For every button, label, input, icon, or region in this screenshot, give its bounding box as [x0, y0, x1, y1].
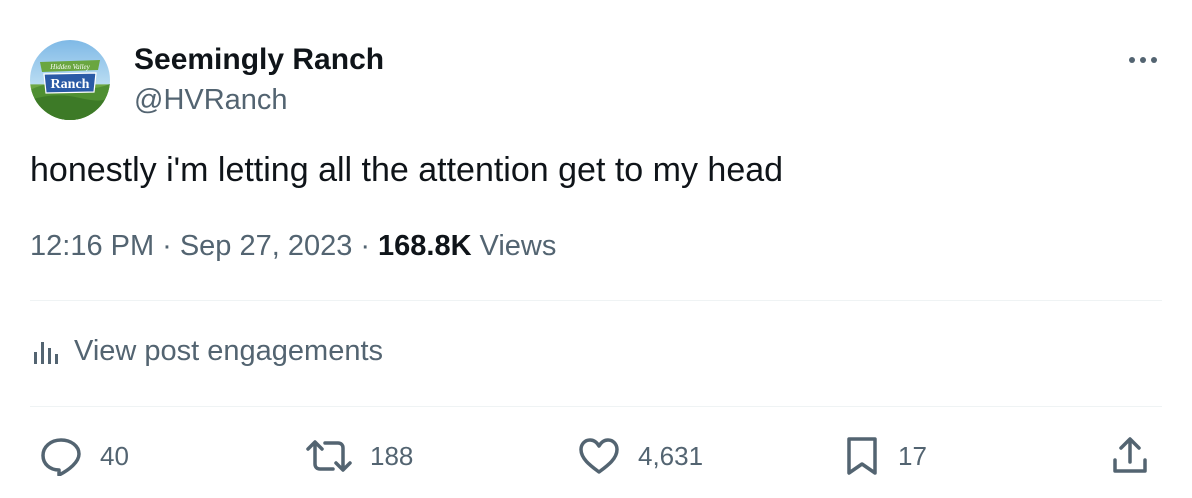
divider: [30, 300, 1162, 301]
reply-icon: [41, 438, 81, 476]
view-engagements-link[interactable]: View post engagements: [32, 335, 383, 368]
repost-count: 188: [370, 440, 414, 471]
bookmark-button[interactable]: 17: [844, 432, 927, 480]
display-name[interactable]: Seemingly Ranch: [134, 43, 384, 77]
meta-separator: ·: [360, 230, 371, 262]
reply-count: 40: [100, 440, 129, 471]
bookmark-count: 17: [898, 440, 927, 471]
view-engagements-label: View post engagements: [74, 335, 384, 367]
svg-text:Ranch: Ranch: [51, 77, 90, 92]
tweet-meta: 12:16 PM · Sep 27, 2023 · 168.8K Views: [30, 230, 556, 263]
svg-text:Hidden Valley: Hidden Valley: [49, 63, 90, 71]
share-button[interactable]: [1110, 432, 1150, 480]
avatar[interactable]: Hidden Valley Ranch: [30, 40, 110, 120]
user-handle[interactable]: @HVRanch: [134, 84, 288, 117]
bar-chart-icon: [32, 338, 64, 366]
tweet-time[interactable]: 12:16 PM: [30, 230, 154, 263]
tweet-card: Hidden Valley Ranch Seemingly Ranch @HVR…: [0, 0, 1192, 498]
more-options-button[interactable]: [1126, 46, 1160, 74]
hidden-valley-ranch-logo-icon: Hidden Valley Ranch: [30, 40, 110, 120]
meta-separator: ·: [162, 230, 172, 262]
bookmark-icon: [847, 437, 877, 475]
divider: [30, 406, 1162, 407]
share-icon: [1113, 437, 1147, 473]
heart-icon: [579, 438, 619, 474]
repost-button[interactable]: 188: [306, 432, 413, 480]
tweet-date[interactable]: Sep 27, 2023: [180, 230, 353, 263]
like-button[interactable]: 4,631: [578, 432, 703, 480]
tweet-text: honestly i'm letting all the attention g…: [30, 151, 784, 189]
reply-button[interactable]: 40: [40, 432, 129, 480]
views-count: 168.8K: [378, 230, 472, 262]
action-bar: 40 188 4,631 17: [0, 432, 1192, 480]
more-horizontal-icon: [1129, 57, 1157, 63]
repost-icon: [306, 440, 352, 472]
like-count: 4,631: [638, 440, 704, 471]
views-label: Views: [479, 230, 557, 262]
